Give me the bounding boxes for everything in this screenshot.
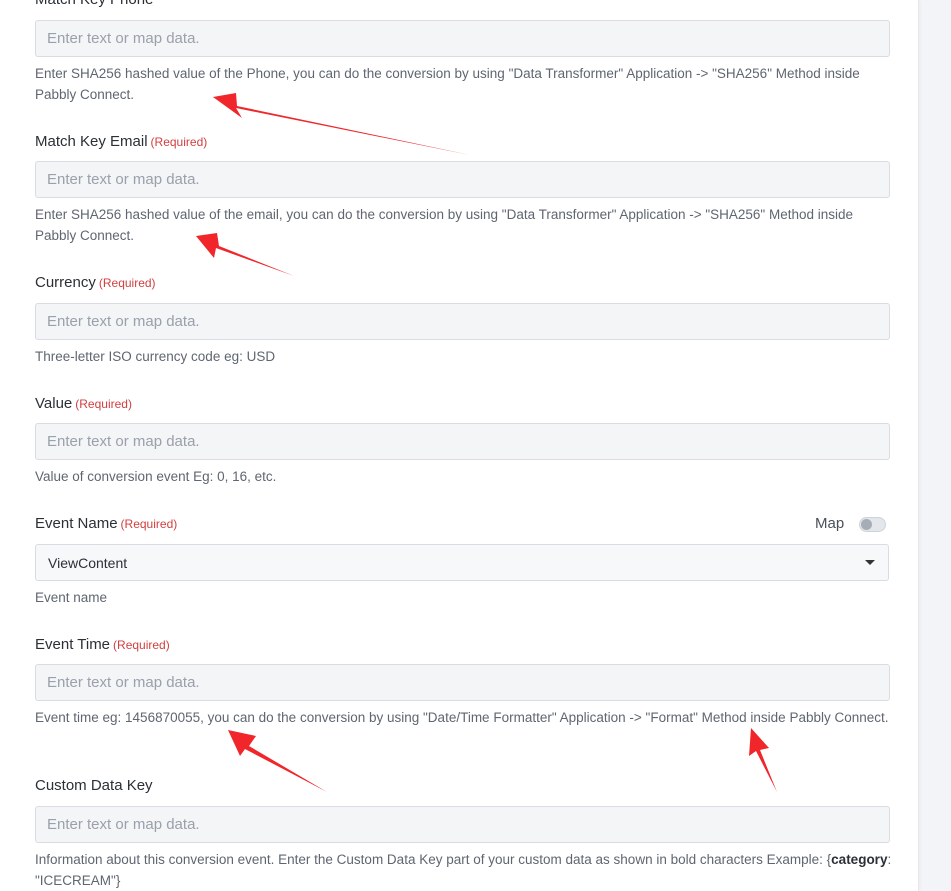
match-key-phone-label: Match Key Phone bbox=[35, 0, 153, 8]
required-badge: (Required) bbox=[113, 638, 170, 652]
match-key-phone-help: Enter SHA256 hashed value of the Phone, … bbox=[35, 66, 860, 102]
event-name-selected-value: ViewContent bbox=[48, 555, 128, 571]
event-name-label: Event Name (Required) bbox=[35, 515, 178, 532]
value-input[interactable] bbox=[35, 423, 890, 460]
map-toggle[interactable] bbox=[859, 517, 886, 532]
custom-data-key-label: Custom Data Key bbox=[35, 777, 153, 794]
required-badge: (Required) bbox=[150, 135, 208, 149]
event-time-help: Event time eg: 1456870055, you can do th… bbox=[35, 710, 889, 725]
event-name-help: Event name bbox=[35, 590, 108, 605]
match-key-email-label: Match Key Email (Required) bbox=[35, 133, 208, 150]
match-key-phone-input[interactable] bbox=[35, 20, 890, 57]
required-badge: (Required) bbox=[120, 517, 178, 531]
value-help: Value of conversion event Eg: 0, 16, etc… bbox=[35, 469, 277, 484]
currency-help: Three-letter ISO currency code eg: USD bbox=[35, 349, 276, 364]
form-panel: Match Key Phone Enter SHA256 hashed valu… bbox=[0, 0, 919, 891]
caret-down-icon bbox=[865, 560, 875, 565]
required-badge: (Required) bbox=[75, 397, 132, 411]
custom-data-key-input[interactable] bbox=[35, 806, 890, 843]
currency-input[interactable] bbox=[35, 303, 890, 340]
event-name-select[interactable]: ViewContent bbox=[35, 544, 889, 581]
required-badge: (Required) bbox=[98, 276, 156, 290]
match-key-email-help: Enter SHA256 hashed value of the email, … bbox=[35, 207, 854, 243]
map-toggle-label: Map bbox=[815, 515, 845, 532]
event-time-input[interactable] bbox=[35, 664, 890, 701]
custom-data-key-help: Information about this conversion event.… bbox=[35, 852, 892, 888]
currency-label: Currency (Required) bbox=[35, 274, 156, 291]
toggle-knob bbox=[861, 519, 872, 530]
match-key-email-input[interactable] bbox=[35, 161, 890, 198]
help-bold-key: category bbox=[831, 852, 888, 867]
event-time-label: Event Time (Required) bbox=[35, 636, 170, 653]
value-label: Value (Required) bbox=[35, 395, 132, 412]
